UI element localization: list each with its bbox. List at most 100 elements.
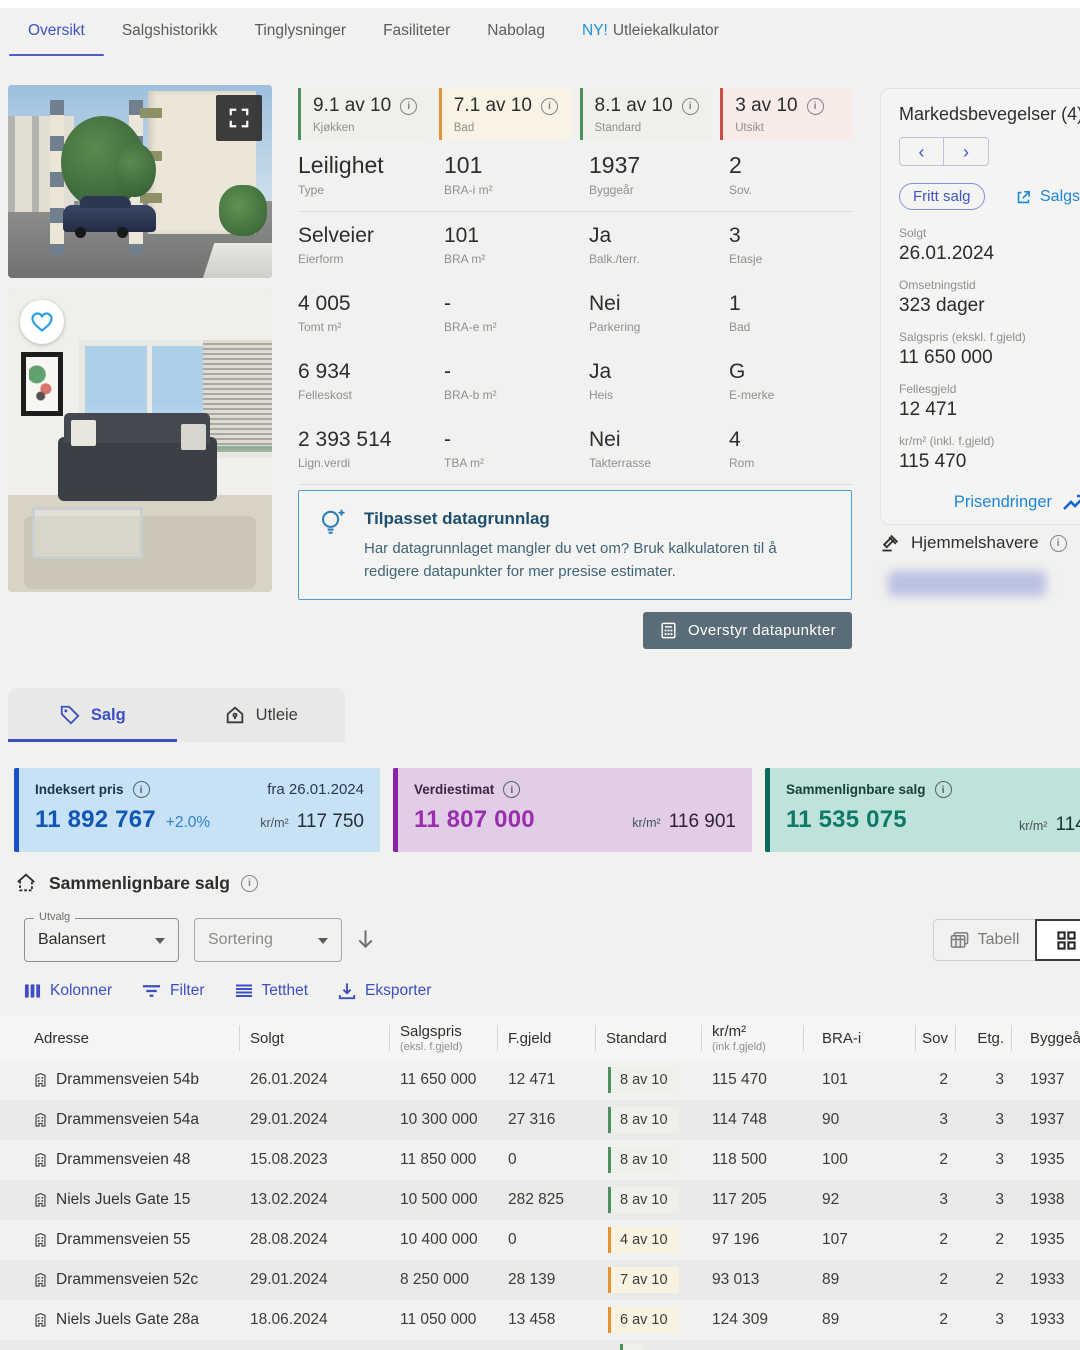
export-icon [338, 983, 356, 1000]
column-header[interactable]: kr/m² (ink f.gjeld) [702, 1016, 804, 1060]
tab-tinglysninger[interactable]: Tinglysninger [254, 22, 346, 56]
value-estimate-label: Verdiestimat [414, 782, 495, 797]
tab-nabolag[interactable]: Nabolag [487, 22, 545, 56]
column-header[interactable]: Byggeår [1012, 1016, 1080, 1060]
comparables-table: Adresse Solgt Salgspris (eksl. f.gjeld) … [0, 1016, 1080, 1350]
sidebar-field: Fellesgjeld 12 471 [899, 382, 1079, 421]
cell-area: 107 [822, 1231, 848, 1248]
sidebar-field-value: 26.01.2024 [899, 243, 995, 264]
column-header[interactable]: Solgt [240, 1016, 390, 1060]
price-changes-label: Prisendringer [953, 492, 1052, 511]
cell-sold-date: 18.06.2024 [250, 1311, 328, 1328]
column-header[interactable]: BRA-i [804, 1016, 916, 1060]
comparable-sales-box: Sammenlignbare salg i 11 535 075 kr/m² 1… [765, 768, 1080, 852]
table-row[interactable]: Drammensveien 48 15.08.2023 11 850 000 0… [0, 1140, 1080, 1180]
table-row[interactable]: Niels Juels Gate 15 13.02.2024 10 500 00… [0, 1180, 1080, 1220]
building-icon [35, 1233, 46, 1247]
info-icon[interactable]: i [240, 874, 258, 892]
cell-address: Drammensveien 54a [24, 1111, 240, 1129]
density-icon [235, 984, 252, 997]
column-header[interactable]: Salgspris (eksl. f.gjeld) [390, 1016, 498, 1060]
table-row[interactable]: Drammensveien 54b 26.01.2024 11 650 000 … [0, 1060, 1080, 1100]
stat-boxes: Indeksert pris i fra 26.01.2024 11 892 7… [14, 768, 1080, 852]
column-header[interactable]: Standard [596, 1016, 702, 1060]
top-strip [0, 0, 1080, 8]
sale-ad-link[interactable]: Salgsar [1015, 188, 1080, 206]
tab-utleie[interactable]: Utleie [177, 688, 346, 742]
column-header[interactable]: Etg. [956, 1016, 1012, 1060]
cell-sale-price: 11 850 000 [400, 1151, 477, 1168]
table-row[interactable]: Drammensveien 52c 29.01.2024 8 250 000 2… [0, 1260, 1080, 1300]
density-button[interactable]: Tetthet [235, 982, 309, 1000]
next-button[interactable]: › [944, 137, 989, 166]
indexed-price-date: fra 26.01.2024 [267, 781, 364, 798]
cell-area: 90 [822, 1111, 840, 1128]
cell-bedrooms: 2 [939, 1311, 948, 1328]
info-icon[interactable]: i [1049, 534, 1067, 552]
comparables-header: Sammenlignbare salg i [14, 872, 258, 894]
detail-value: - [444, 292, 451, 315]
tab-fasiliteter[interactable]: Fasiliteter [383, 22, 450, 56]
cell-address: Drammensveien 52c [24, 1271, 240, 1289]
cell-build-year: 1935 [1030, 1151, 1065, 1168]
sidebar-fields: Solgt 26.01.2024 Omsetningstid 323 dager… [899, 226, 1079, 473]
cell-floor: 3 [995, 1071, 1004, 1088]
column-header[interactable]: Adresse [24, 1016, 240, 1060]
interior-photo[interactable] [8, 288, 272, 592]
columns-button[interactable]: Kolonner [24, 982, 112, 1000]
sale-type-pill[interactable]: Fritt salg [899, 183, 985, 210]
cell-sold-date: 29.01.2024 [250, 1111, 328, 1128]
info-icon[interactable]: i [806, 97, 824, 115]
cell-shared-debt: 27 316 [508, 1111, 556, 1128]
table-body: Drammensveien 54b 26.01.2024 11 650 000 … [0, 1060, 1080, 1340]
blurred-owner-name [888, 571, 1046, 596]
sort-dropdown[interactable]: Sortering [194, 918, 342, 962]
cell-address: Drammensveien 48 [24, 1151, 240, 1169]
cell-price-per-m2: 117 205 [712, 1191, 767, 1208]
prev-button[interactable]: ‹ [899, 137, 944, 166]
cell-standard: 8 av 10 [596, 1147, 702, 1173]
table-row[interactable]: Niels Juels Gate 28a 18.06.2024 11 050 0… [0, 1300, 1080, 1340]
wall-art [21, 351, 64, 416]
detail-value: Ja [589, 360, 612, 383]
favorite-button[interactable] [20, 300, 64, 344]
column-header[interactable]: Sov [916, 1016, 956, 1060]
cell-bedrooms: 3 [939, 1111, 948, 1128]
info-icon[interactable]: i [540, 97, 558, 115]
tab-salg[interactable]: Salg [8, 688, 177, 742]
coffee-table [31, 506, 144, 559]
override-datapoints-button[interactable]: Overstyr datapunkter [642, 612, 852, 649]
tab-salgshistorikk[interactable]: Salgshistorikk [122, 22, 218, 56]
cell-sale-price: 11 050 000 [400, 1311, 477, 1328]
info-icon[interactable]: i [934, 781, 952, 798]
info-icon[interactable]: i [503, 781, 521, 798]
price-changes-link[interactable]: Prisendringer 5 [954, 491, 1080, 513]
table-view-button[interactable]: Tabell [933, 919, 1036, 961]
street-view-photo[interactable] [8, 85, 272, 278]
building-windows [50, 100, 65, 255]
table-row[interactable]: Drammensveien 54a 29.01.2024 10 300 000 … [0, 1100, 1080, 1140]
info-icon[interactable]: i [132, 781, 150, 798]
cell-build-year: 1937 [1030, 1111, 1065, 1128]
address-text: Drammensveien 52c [56, 1271, 199, 1288]
info-icon[interactable]: i [681, 97, 699, 115]
cell-sold-date: 29.01.2024 [250, 1271, 328, 1288]
export-button[interactable]: Eksporter [338, 982, 431, 1000]
density-button-label: Tetthet [261, 982, 309, 999]
tab-oversikt[interactable]: Oversikt [9, 22, 104, 56]
value-estimate-per-m2: 116 901 [668, 811, 736, 832]
tab-utleiekalkulator[interactable]: NY! Utleiekalkulator [582, 22, 719, 56]
cell-build-year: 1933 [1030, 1271, 1065, 1288]
table-row[interactable]: Drammensveien 55 28.08.2024 10 400 000 0… [0, 1220, 1080, 1260]
grid-view-button[interactable] [1035, 919, 1080, 961]
sort-direction-button[interactable] [354, 927, 377, 951]
info-icon[interactable]: i [400, 97, 418, 115]
filter-button[interactable]: Filter [142, 982, 205, 1000]
selection-dropdown[interactable]: Utvalg Balansert [24, 911, 179, 962]
fullscreen-button[interactable] [216, 95, 262, 141]
sidebar-field-value: 11 650 000 [899, 347, 993, 368]
building-icon [35, 1193, 46, 1207]
heart-icon [31, 312, 53, 332]
column-header[interactable]: F.gjeld [498, 1016, 596, 1060]
sidebar-field-label: Fellesgjeld [899, 382, 957, 396]
